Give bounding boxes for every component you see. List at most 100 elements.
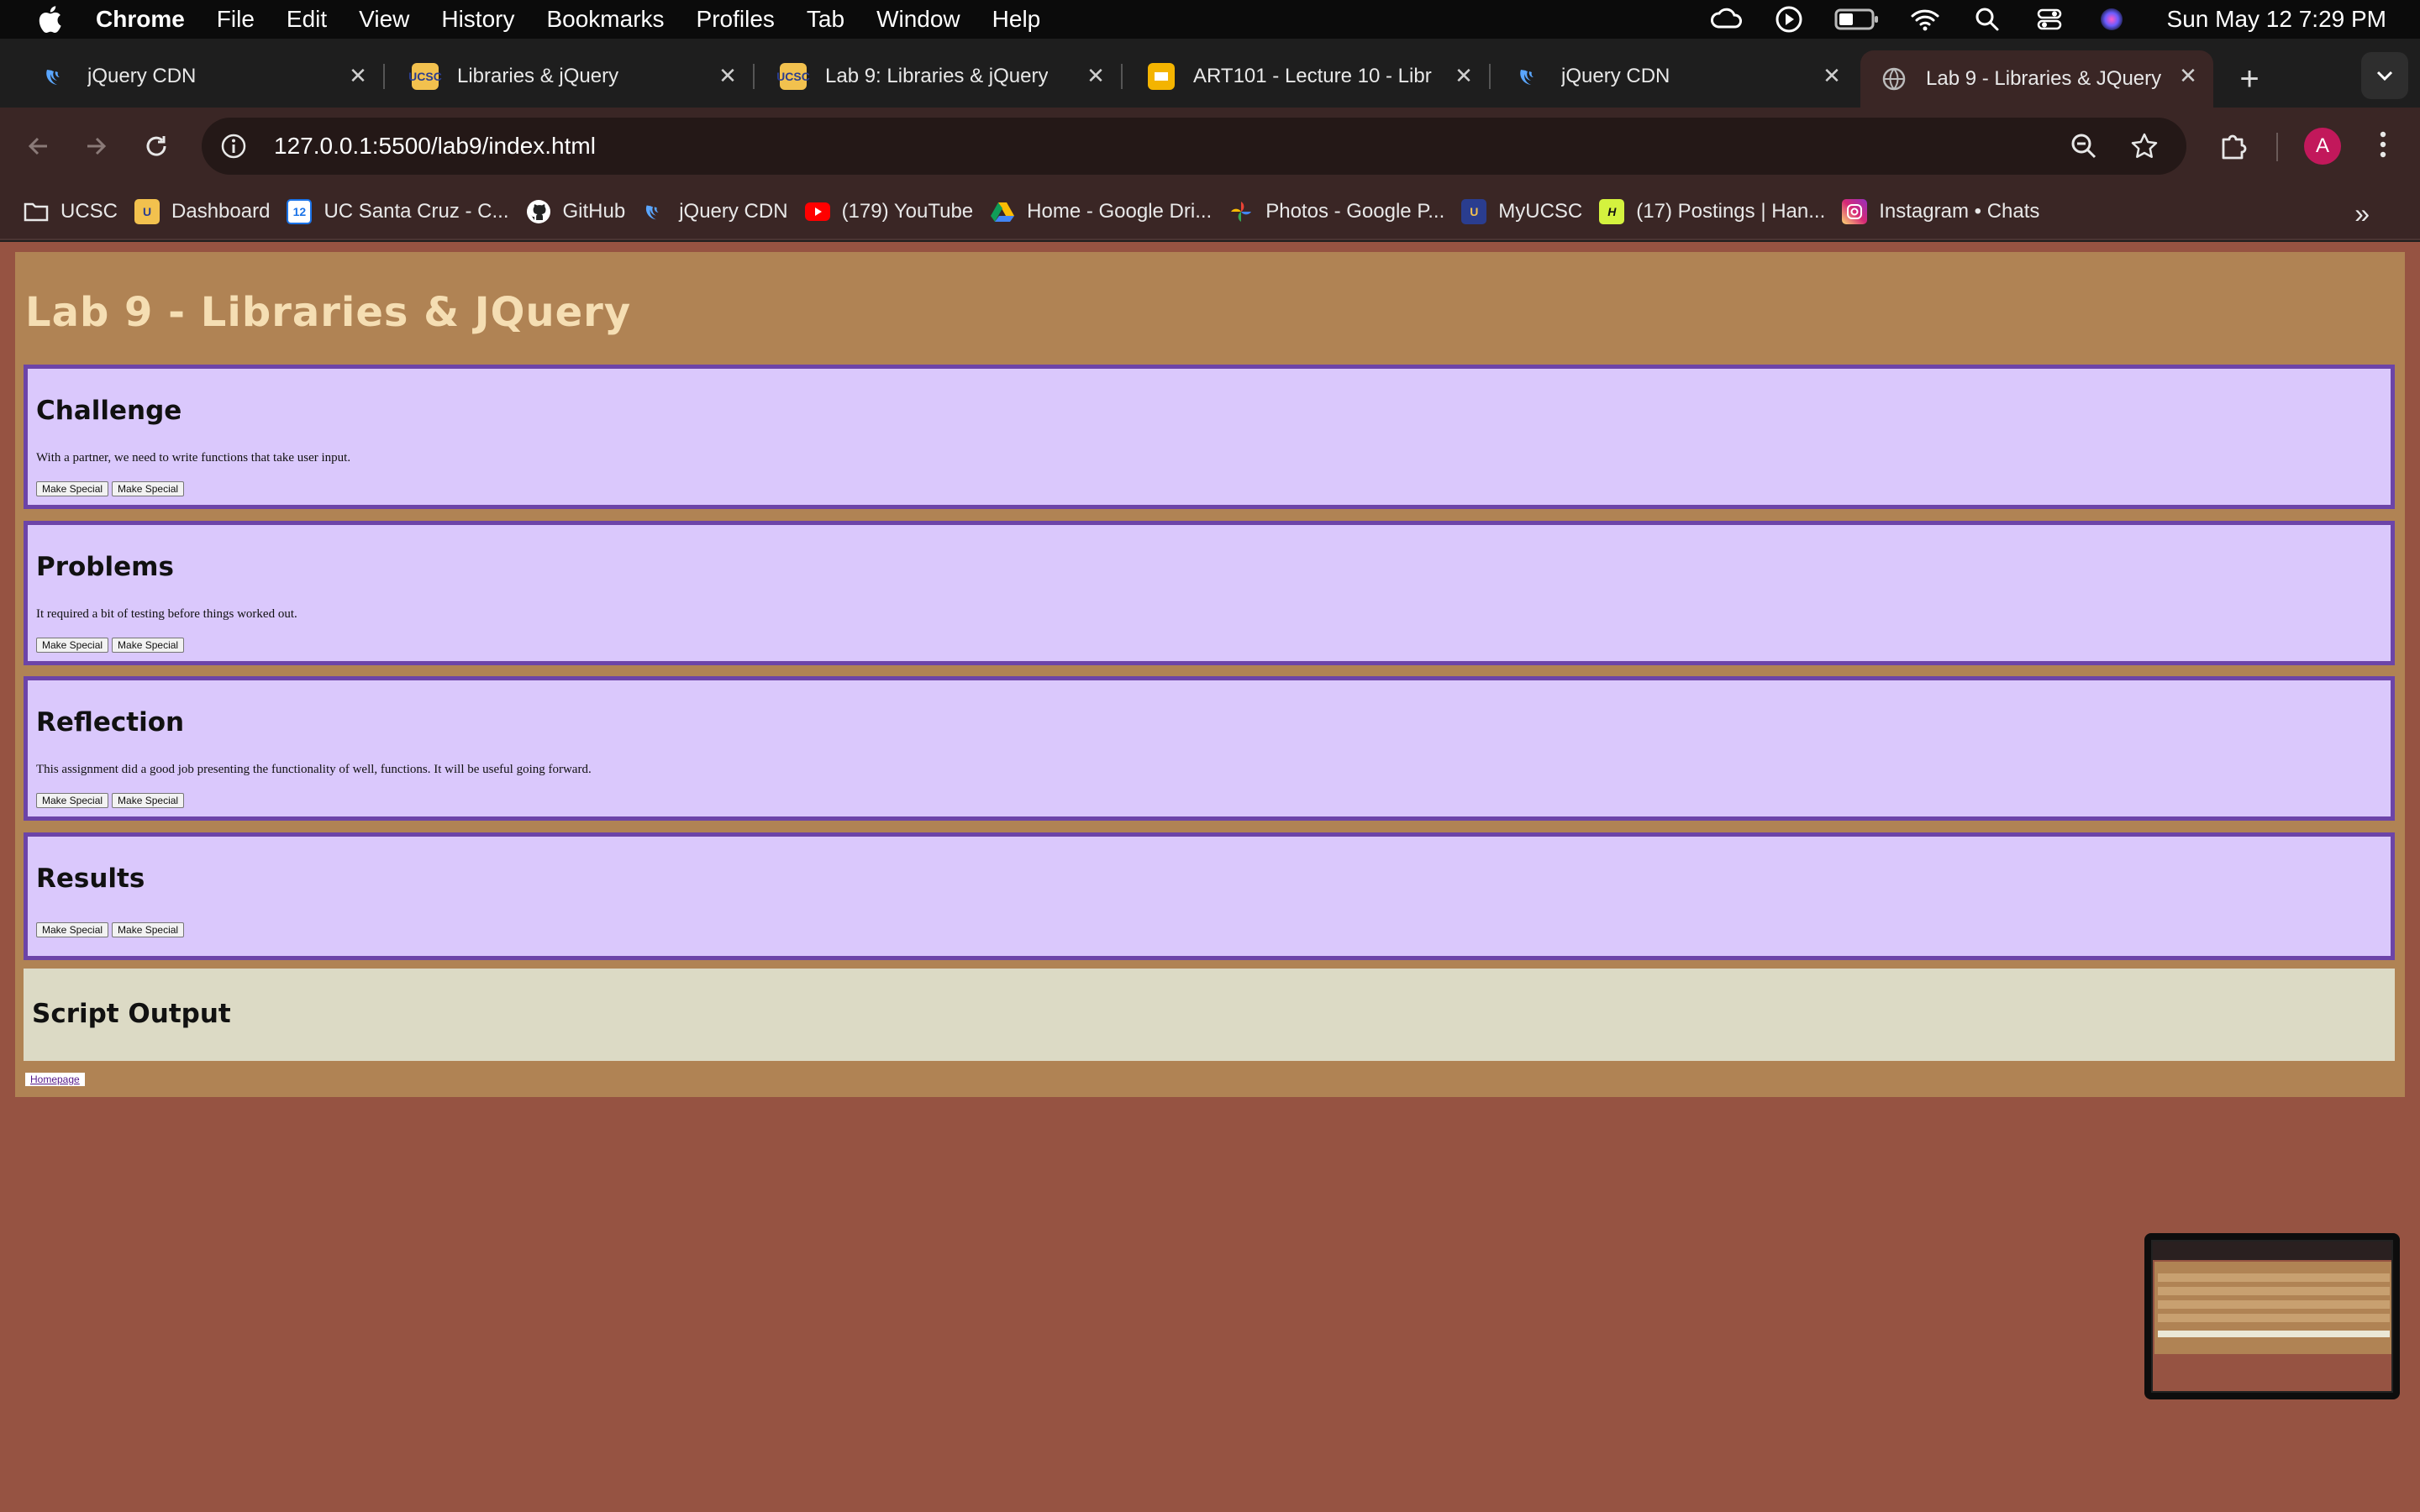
bookmark-label: jQuery CDN [679,200,788,223]
bookmark-jquery-cdn[interactable]: jQuery CDN [642,199,788,224]
tab-lab9-active[interactable]: Lab 9 - Libraries & JQuery ✕ [1860,50,2213,108]
button-group: Make Special Make Special [36,638,185,653]
section-results: Results Make Special Make Special [24,832,2395,960]
close-tab-icon[interactable]: ✕ [1082,62,1109,89]
creative-cloud-icon[interactable] [1710,3,1744,36]
apple-icon[interactable] [30,5,69,34]
bookmark-instagram[interactable]: Instagram • Chats [1842,199,2039,224]
tab-separator [1489,64,1491,89]
zoom-icon[interactable] [2067,129,2101,163]
bookmark-handshake[interactable]: H (17) Postings | Han... [1599,199,1825,224]
bookmark-github[interactable]: GitHub [526,199,625,224]
menu-help[interactable]: Help [992,6,1041,33]
tab-jquery-cdn[interactable]: jQuery CDN ✕ [22,50,385,102]
tab-separator [753,64,755,89]
thumbnail-section [2158,1314,2390,1322]
menu-clock[interactable]: Sun May 12 7:29 PM [2167,6,2386,33]
script-output-section: Script Output [24,969,2395,1061]
make-special-button[interactable]: Make Special [36,638,109,653]
calendar-icon: 12 [287,199,313,224]
tab-art101-lecture[interactable]: ART101 - Lecture 10 - Libr ✕ [1128,50,1491,102]
menu-profiles[interactable]: Profiles [697,6,775,33]
close-tab-icon[interactable]: ✕ [1450,62,1477,89]
profile-avatar[interactable]: A [2304,128,2341,165]
close-tab-icon[interactable]: ✕ [345,62,371,89]
bookmark-star-icon[interactable] [2128,129,2161,163]
menu-edit[interactable]: Edit [287,6,327,33]
bookmark-label: MyUCSC [1498,200,1583,223]
address-bar[interactable]: 127.0.0.1:5500/lab9/index.html [202,118,2186,175]
menu-file[interactable]: File [217,6,255,33]
close-tab-icon[interactable]: ✕ [714,62,741,89]
make-special-button[interactable]: Make Special [36,922,109,937]
close-tab-icon[interactable]: ✕ [2175,62,2202,89]
url-text[interactable]: 127.0.0.1:5500/lab9/index.html [274,133,596,160]
close-tab-icon[interactable]: ✕ [1818,62,1845,89]
section-text: It required a bit of testing before thin… [36,607,297,621]
bookmark-google-drive[interactable]: Home - Google Dri... [990,199,1212,224]
menu-bookmarks[interactable]: Bookmarks [546,6,664,33]
screenshot-thumbnail[interactable] [2144,1233,2400,1399]
browser-toolbar: 127.0.0.1:5500/lab9/index.html A [0,108,2420,185]
section-heading: Problems [36,552,174,582]
github-icon [526,199,551,224]
menu-tab[interactable]: Tab [807,6,844,33]
tab-lab9-libraries-jquery[interactable]: UCSC Lab 9: Libraries & jQuery ✕ [760,50,1123,102]
spotlight-search-icon[interactable] [1970,3,2004,36]
play-circle-icon[interactable] [1772,3,1806,36]
forward-arrow-icon [87,137,107,155]
page-container: Lab 9 - Libraries & JQuery Challenge With… [15,252,2405,1097]
output-heading: Script Output [32,999,231,1029]
make-special-button[interactable]: Make Special [112,481,185,496]
control-center-icon[interactable] [2033,3,2066,36]
tab-label: jQuery CDN [87,65,197,87]
thumbnail-browser-chrome [2153,1242,2391,1260]
site-info-icon[interactable] [217,129,250,163]
back-button[interactable] [17,124,60,168]
ucsc-icon: UCSC [776,63,810,90]
bookmark-google-photos[interactable]: Photos - Google P... [1228,199,1444,224]
menu-view[interactable]: View [359,6,409,33]
homepage-link[interactable]: Homepage [30,1074,80,1085]
reload-button[interactable] [134,124,178,168]
make-special-button[interactable]: Make Special [36,481,109,496]
extensions-puzzle-icon[interactable] [2212,124,2255,168]
more-menu-icon[interactable] [2366,128,2400,161]
tab-search-button[interactable] [2361,52,2408,99]
bookmark-label: Photos - Google P... [1265,200,1445,223]
tab-libraries-jquery[interactable]: UCSC Libraries & jQuery ✕ [392,50,755,102]
siri-icon[interactable] [2095,3,2128,36]
section-challenge: Challenge With a partner, we need to writ… [24,365,2395,509]
homepage-link-box: Homepage [25,1073,85,1086]
bookmark-dashboard[interactable]: U Dashboard [134,199,270,224]
bookmark-youtube[interactable]: (179) YouTube [804,199,973,224]
chevron-double-right-icon[interactable]: » [2354,198,2370,229]
bookmark-ucsc-folder[interactable]: UCSC [24,199,118,224]
make-special-button[interactable]: Make Special [112,638,185,653]
make-special-button[interactable]: Make Special [112,793,185,808]
new-tab-button[interactable]: + [2231,60,2268,97]
make-special-button[interactable]: Make Special [112,922,185,937]
photos-icon [1228,199,1254,224]
forward-button[interactable] [74,124,118,168]
tab-jquery-cdn-2[interactable]: jQuery CDN ✕ [1496,50,1857,102]
button-group: Make Special Make Special [36,793,185,808]
menu-history[interactable]: History [441,6,514,33]
ucsc-icon: UCSC [408,63,442,90]
make-special-button[interactable]: Make Special [36,793,109,808]
wifi-icon[interactable] [1908,3,1942,36]
thumbnail-preview [2151,1240,2393,1393]
battery-icon[interactable] [1834,3,1880,36]
menu-app-name[interactable]: Chrome [96,6,185,33]
jquery-icon [642,199,667,224]
bookmark-myucsc[interactable]: U MyUCSC [1461,199,1582,224]
slides-icon [1148,63,1175,90]
bookmark-uc-santa-cruz[interactable]: 12 UC Santa Cruz - C... [287,199,509,224]
ucsc-icon: U [134,199,160,224]
tab-label: jQuery CDN [1561,65,1670,87]
tab-label: ART101 - Lecture 10 - Libr [1193,65,1432,87]
chevron-down-icon [2376,71,2393,81]
section-heading: Reflection [36,707,185,738]
section-text: With a partner, we need to write functio… [36,451,351,465]
menu-window[interactable]: Window [876,6,960,33]
